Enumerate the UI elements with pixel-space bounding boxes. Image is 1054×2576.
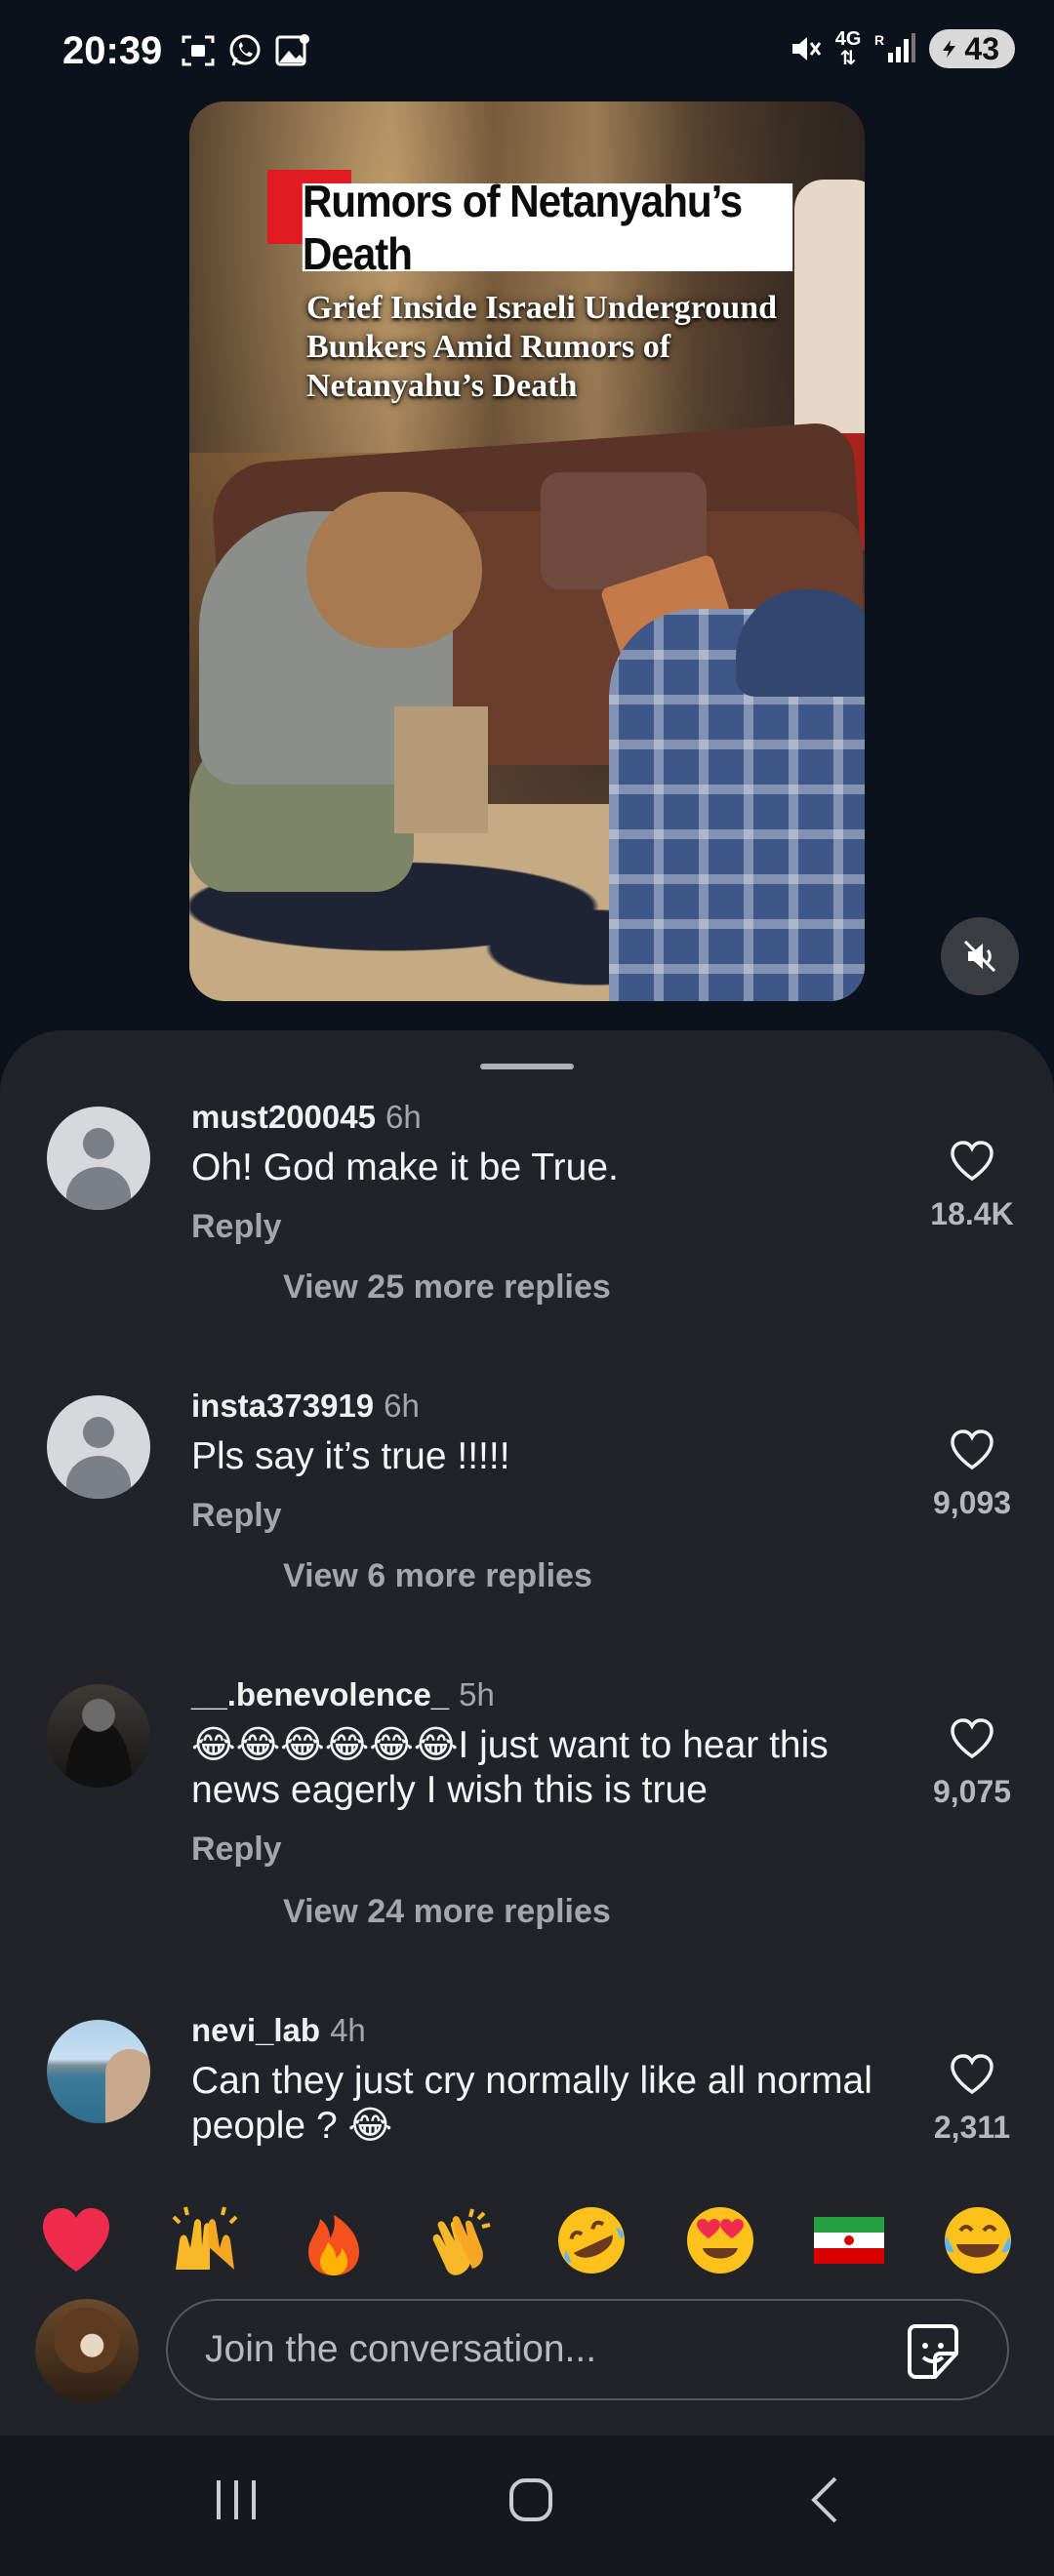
heart-icon <box>951 2054 993 2095</box>
video-headline: Rumors of Netanyahu’s Death <box>302 176 793 279</box>
battery-level: 43 <box>964 30 999 66</box>
video-player[interactable]: Rumors of Netanyahu’s Death Grief Inside… <box>189 101 865 1001</box>
clock: 20:39 <box>62 29 163 72</box>
recents-icon[interactable] <box>207 2471 265 2534</box>
comment-composer: Join the conversation... <box>0 2293 1054 2439</box>
default-avatar[interactable] <box>47 1395 150 1499</box>
like-button[interactable]: 9,093 <box>913 1429 1031 1521</box>
heart-icon <box>951 1429 993 1470</box>
comment-input[interactable]: Join the conversation... <box>166 2299 1009 2400</box>
comment-username[interactable]: nevi_lab 4h <box>191 2012 366 2049</box>
default-avatar[interactable] <box>47 1107 150 1210</box>
comment-text: Pls say it’s true !!!!! <box>191 1435 510 1477</box>
like-button[interactable]: 2,311 <box>913 2053 1031 2146</box>
comment-time: 4h <box>330 2012 366 2048</box>
raised-hands-emoji-icon[interactable] <box>166 2201 244 2279</box>
view-more-replies[interactable]: View 25 more replies <box>283 1268 611 1307</box>
comment-text: Can they just cry normally like all norm… <box>191 2060 872 2147</box>
mute-icon <box>789 32 822 65</box>
comment-text: 😂😂😂😂😂😂I just want to hear this news eage… <box>191 1724 829 1811</box>
like-count: 18.4K <box>930 1196 1014 1231</box>
photo-avatar[interactable] <box>47 2020 150 2123</box>
my-avatar[interactable] <box>35 2299 139 2402</box>
sticker-icon[interactable] <box>900 2318 966 2390</box>
like-button[interactable]: 18.4K <box>913 1140 1031 1232</box>
comment-username[interactable]: __.benevolence_ 5h <box>191 1676 495 1713</box>
video-subheadline: Grief Inside Israeli Underground Bunkers… <box>306 290 778 404</box>
comment-time: 5h <box>459 1676 495 1712</box>
sheet-drag-handle[interactable] <box>480 1064 574 1069</box>
status-bar: 20:39 4G ⇅ R 43 <box>0 0 1054 109</box>
tears-of-joy-emoji-icon[interactable] <box>939 2201 1017 2279</box>
photo-avatar[interactable] <box>47 1684 150 1788</box>
heart-emoji-icon[interactable] <box>37 2201 115 2279</box>
rofl-emoji-icon[interactable] <box>552 2201 630 2279</box>
comment-time: 6h <box>385 1099 422 1135</box>
emoji-prefix: 😂😂😂😂😂😂 <box>191 1724 459 1766</box>
reply-button[interactable]: Reply <box>191 1497 282 1535</box>
emoji-reaction-bar <box>0 2180 1054 2305</box>
screenshot-icon <box>180 33 217 68</box>
back-icon[interactable] <box>796 2471 855 2534</box>
like-count: 9,075 <box>932 1774 1012 1809</box>
photo-icon <box>273 31 312 70</box>
like-count: 9,093 <box>932 1485 1012 1520</box>
comment-time: 6h <box>384 1388 420 1424</box>
comment-text: Oh! God make it be True. <box>191 1147 619 1188</box>
like-button[interactable]: 9,075 <box>913 1717 1031 1810</box>
heart-icon <box>951 1718 993 1759</box>
comment-username[interactable]: must200045 6h <box>191 1099 422 1136</box>
svg-text:R: R <box>874 32 884 48</box>
view-more-replies[interactable]: View 6 more replies <box>283 1557 592 1595</box>
heart-icon <box>951 1141 993 1182</box>
comment-placeholder: Join the conversation... <box>205 2328 597 2370</box>
fire-emoji-icon[interactable] <box>295 2201 373 2279</box>
battery-icon: 43 <box>929 29 1015 68</box>
reply-button[interactable]: Reply <box>191 1208 282 1246</box>
network-icon: 4G ⇅ <box>834 28 862 69</box>
whatsapp-icon <box>226 32 264 69</box>
like-count: 2,311 <box>933 2110 1011 2145</box>
home-icon[interactable] <box>502 2471 560 2534</box>
heart-eyes-emoji-icon[interactable] <box>681 2201 759 2279</box>
comment-username[interactable]: insta373919 6h <box>191 1388 420 1425</box>
signal-icon: R <box>874 31 916 66</box>
view-more-replies[interactable]: View 24 more replies <box>283 1893 611 1931</box>
clapping-hands-emoji-icon[interactable] <box>424 2201 502 2279</box>
speaker-mute-icon[interactable] <box>941 917 1019 995</box>
reply-button[interactable]: Reply <box>191 1831 282 1869</box>
system-nav-bar <box>0 2435 1054 2576</box>
iran-flag-emoji-icon[interactable] <box>810 2201 888 2279</box>
